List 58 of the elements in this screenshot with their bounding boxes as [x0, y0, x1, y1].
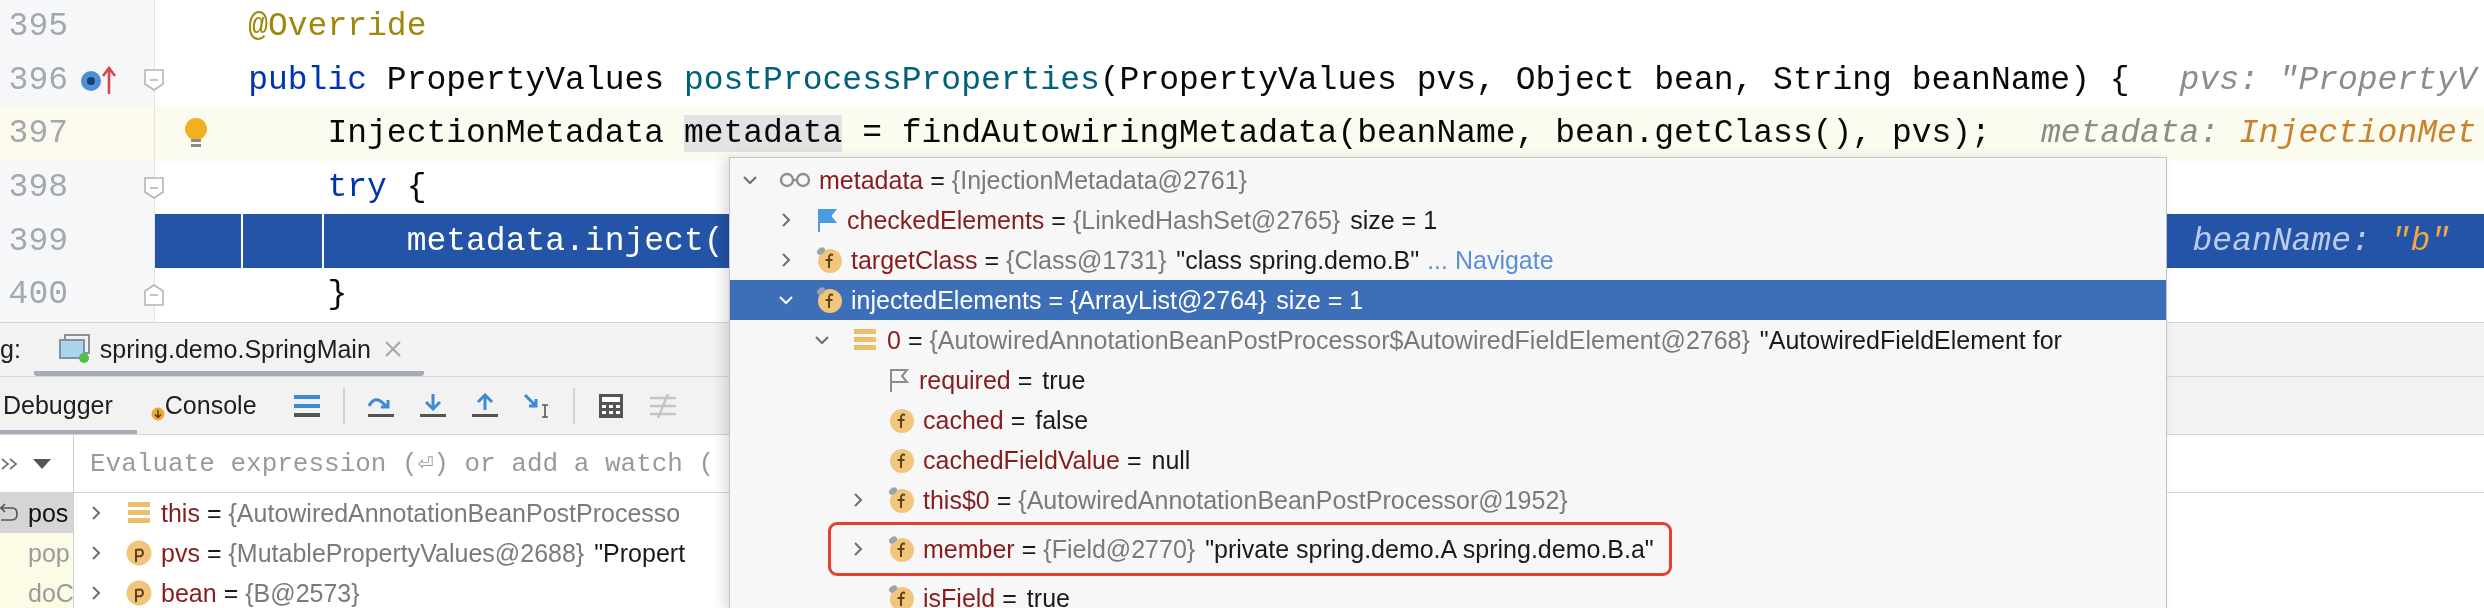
inline-value-hint: metadata: InjectionMet	[2040, 115, 2477, 153]
frames-layout-icon[interactable]	[293, 393, 320, 418]
tree-row[interactable]: this$0 = {AutowiredAnnotationBeanPostProcessor@1952}	[730, 480, 2166, 520]
tree-row[interactable]: cachedFieldValue = null	[730, 440, 2166, 480]
variable-text: pvs = {MutablePropertyValues@2688} "Propert	[161, 538, 686, 568]
variable-text: isField = true	[923, 583, 1070, 608]
variable-text: 0 = {AutowiredAnnotationBeanPostProcessor$AutowiredFieldElement@2768} "AutowiredFieldElement for	[887, 325, 2062, 355]
frame-label: doC	[28, 578, 73, 608]
output-icon	[150, 406, 165, 421]
variable-text: cached = false	[923, 405, 1089, 435]
panel-label: g:	[0, 335, 21, 364]
line-number: 397	[7, 115, 68, 153]
code-line: InjectionMetadata metadata = findAutowiringMetadata(beanName, bean.getClass(), pvs);	[326, 115, 1991, 153]
code-line: metadata.inject(	[405, 222, 724, 260]
variable-text: this = {AutowiredAnnotationBeanPostProcesso	[161, 498, 681, 528]
code-line: try {	[326, 169, 427, 207]
line-number: 398	[7, 169, 68, 207]
tree-row[interactable]: required = true	[730, 360, 2166, 400]
panel-tab[interactable]: Console	[136, 377, 281, 434]
line-number: 400	[7, 276, 68, 314]
run-to-cursor-icon[interactable]	[522, 392, 551, 419]
line-number: 399	[7, 222, 68, 260]
line-number: 395	[7, 8, 68, 46]
tree-row[interactable]: targetClass = {Class@1731} "class spring.demo.B" ... Navigate	[730, 240, 2166, 280]
return-icon	[0, 502, 18, 524]
code-line: }	[326, 276, 348, 314]
tree-row[interactable]: 0 = {AutowiredAnnotationBeanPostProcessor$AutowiredFieldElement@2768} "AutowiredFieldElement for	[730, 320, 2166, 360]
variable-text: targetClass = {Class@1731} "class spring.demo.B" ... Navigate	[851, 245, 1554, 275]
dropdown-icon[interactable]	[32, 457, 52, 470]
frame-item[interactable]: pos	[0, 493, 73, 533]
double-chevron-icon[interactable]	[0, 456, 20, 471]
run-window-icon	[58, 334, 91, 364]
variable-text: injectedElements = {ArrayList@2764} size = 1	[851, 285, 1364, 315]
variable-text: metadata = {InjectionMetadata@2761}	[819, 165, 1247, 195]
step-into-icon[interactable]	[419, 392, 446, 419]
frame-label: pop	[28, 538, 70, 568]
code-line: public PropertyValues postProcessProperties(PropertyValues pvs, Object bean, String beanName) {	[247, 61, 2130, 99]
variable-text: checkedElements = {LinkedHashSet@2765} size = 1	[847, 205, 1438, 235]
variable-text: required = true	[919, 365, 1086, 395]
session-tab[interactable]: spring.demo.SpringMain	[33, 323, 424, 376]
implements-marker-icon[interactable]	[80, 64, 116, 97]
variable-text: this$0 = {AutowiredAnnotationBeanPostProcessor@1952}	[923, 485, 1568, 515]
step-out-icon[interactable]	[471, 392, 498, 419]
variable-text: bean = {B@2573}	[161, 578, 360, 608]
tree-row[interactable]: cached = false	[730, 400, 2166, 440]
frame-label: pos	[28, 498, 69, 528]
tree-row[interactable]: metadata = {InjectionMetadata@2761}	[730, 160, 2166, 200]
calculator-icon[interactable]	[597, 392, 624, 419]
tree-row[interactable]: checkedElements = {LinkedHashSet@2765} size = 1	[730, 200, 2166, 240]
inline-value-hint: pvs: "PropertyV	[2179, 61, 2477, 99]
line-number: 396	[7, 61, 68, 99]
inline-value-hint: beanName: "b"	[2192, 222, 2450, 260]
variable-text: cachedFieldValue = null	[923, 445, 1191, 475]
tree-row[interactable]: isField = true	[730, 578, 2166, 608]
variable-text: member = {Field@2770} "private spring.demo.A spring.demo.B.a"	[923, 534, 1654, 564]
tree-row[interactable]: member = {Field@2770} "private spring.demo.A spring.demo.B.a"	[730, 520, 2166, 578]
tree-row[interactable]: injectedElements = {ArrayList@2764} size = 1	[730, 280, 2166, 320]
code-line: @Override	[247, 8, 427, 46]
